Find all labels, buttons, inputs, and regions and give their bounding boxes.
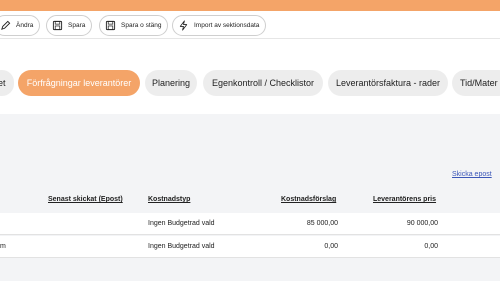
import-button[interactable]: Import av sektionsdata	[172, 15, 267, 36]
edit-button[interactable]: Ändra	[0, 15, 41, 36]
column-header-last-sent[interactable]: Senast skickat (Epost)	[48, 196, 123, 203]
toolbar: Ändra Spara Spara o stäng Import av sekt…	[0, 15, 500, 37]
row-first-cell: m	[0, 243, 6, 250]
column-header-supplier-price[interactable]: Leverantörens pris	[373, 196, 436, 203]
column-header-cost-proposal[interactable]: Kostnadsförslag	[281, 196, 336, 203]
lightning-icon	[178, 20, 189, 31]
tab-time-material[interactable]: Tid/Mater	[452, 70, 500, 96]
save-label: Spara	[68, 22, 86, 29]
import-label: Import av sektionsdata	[194, 22, 260, 29]
tab-partial[interactable]: et	[0, 70, 14, 96]
pencil-icon	[0, 20, 11, 31]
table-row[interactable]: m Ingen Budgetrad vald 0,00 0,00	[0, 236, 500, 258]
tab-supplier-requests[interactable]: Förfrågningar leverantörer	[18, 70, 140, 96]
cost-type-cell: Ingen Budgetrad vald	[148, 243, 215, 250]
save-close-button[interactable]: Spara o stäng	[99, 15, 169, 36]
cost-proposal-cell: 85 000,00	[306, 220, 338, 227]
tab-bar: et Förfrågningar leverantörer Planering …	[0, 70, 500, 97]
supplier-price-cell: 90 000,00	[406, 220, 438, 227]
edit-label: Ändra	[16, 22, 34, 29]
save-close-label: Spara o stäng	[121, 22, 162, 29]
save-icon	[105, 20, 116, 31]
save-icon	[52, 20, 63, 31]
table-row[interactable]: Ingen Budgetrad vald 85 000,00 90 000,00	[0, 213, 500, 235]
top-accent-bar	[0, 0, 500, 11]
send-email-link[interactable]: Skicka epost	[452, 171, 492, 178]
tab-self-inspection[interactable]: Egenkontroll / Checklistor	[203, 70, 323, 96]
cost-type-cell: Ingen Budgetrad vald	[148, 220, 215, 227]
save-button[interactable]: Spara	[46, 15, 93, 36]
toolbar-divider	[0, 38, 500, 39]
cost-proposal-cell: 0,00	[324, 243, 338, 250]
supplier-price-cell: 0,00	[424, 243, 438, 250]
tab-planning[interactable]: Planering	[145, 70, 197, 96]
column-header-cost-type[interactable]: Kostnadstyp	[148, 196, 190, 203]
tab-supplier-invoice-rows[interactable]: Leverantörsfaktura - rader	[328, 70, 448, 96]
